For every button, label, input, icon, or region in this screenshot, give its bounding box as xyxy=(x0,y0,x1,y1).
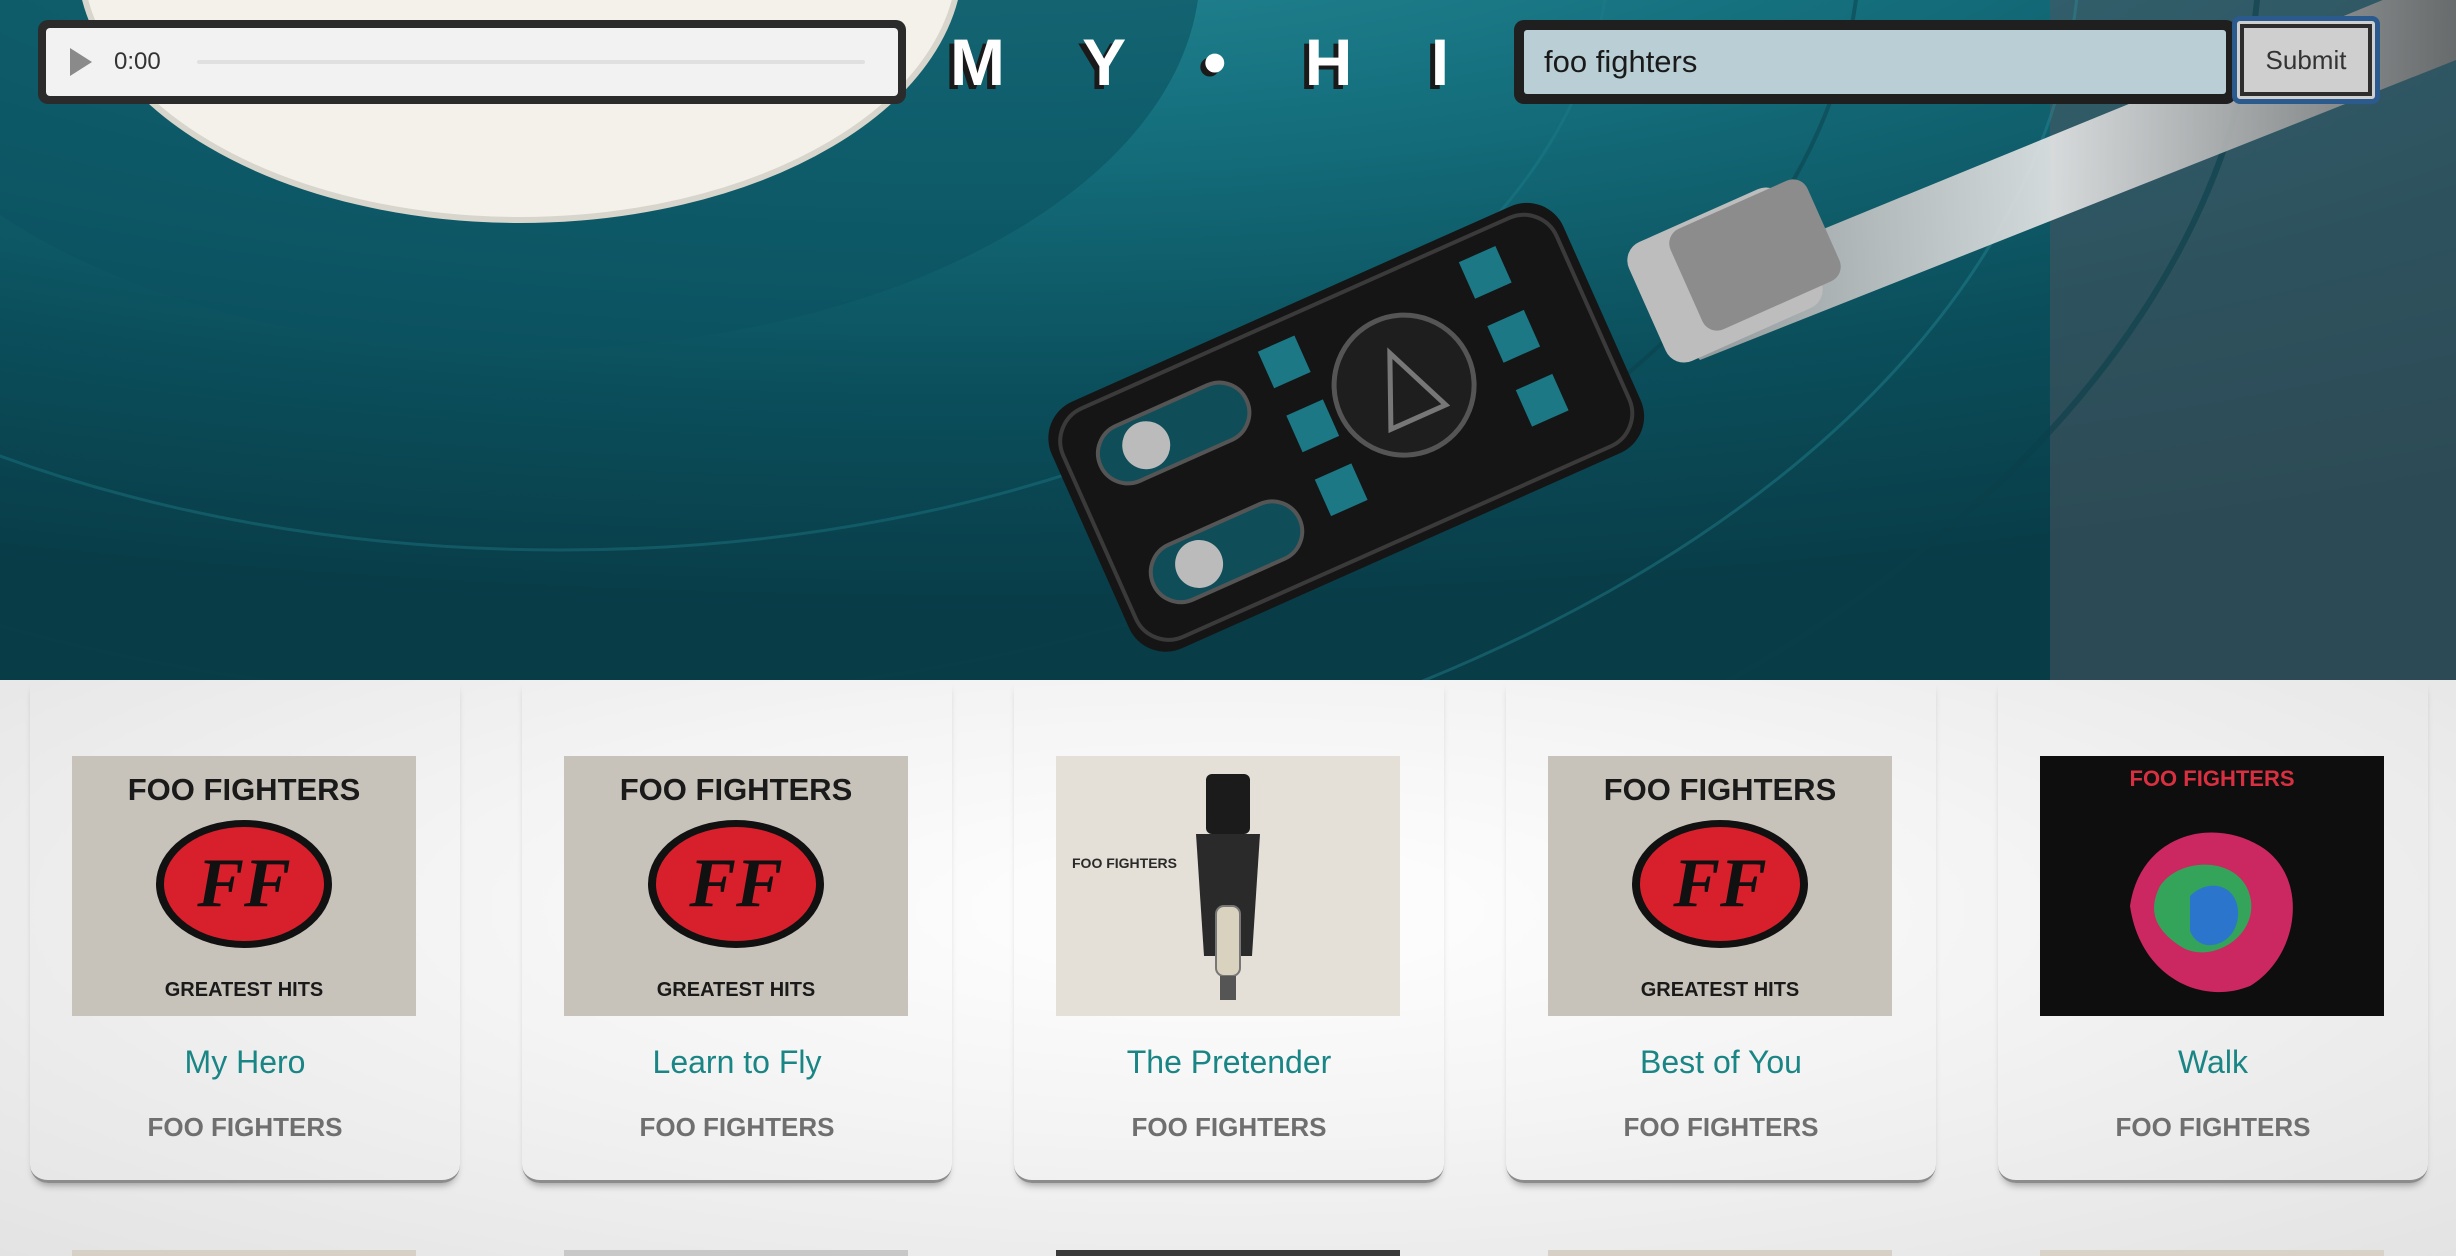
result-card[interactable]: FF FOO FIGHTERS GREATEST HITS Learn to F… xyxy=(522,680,952,1183)
svg-text:FF: FF xyxy=(196,845,290,922)
cover-subtitle: GREATEST HITS xyxy=(657,979,816,1001)
greatest-hits-cover-icon: FF FOO FIGHTERS GREATEST HITS xyxy=(564,756,908,1016)
result-card[interactable]: FOO FIGHTERS Walk FOO FIGHTERS xyxy=(1998,680,2428,1183)
next-row-cover xyxy=(72,1250,416,1256)
album-cover[interactable]: FF FOO FIGHTERS GREATEST HITS xyxy=(564,756,908,1016)
cover-title: FOO FIGHTERS xyxy=(1604,772,1837,807)
result-card[interactable]: FOO FIGHTERS The Pretender FOO FIGHTERS xyxy=(1014,680,1444,1183)
next-row-cover xyxy=(2040,1250,2384,1256)
artist-name: FOO FIGHTERS xyxy=(147,1112,343,1142)
cover-title: FOO FIGHTERS xyxy=(2130,766,2295,791)
svg-text:FF: FF xyxy=(1672,845,1766,922)
next-row-cover xyxy=(1548,1250,1892,1256)
play-icon[interactable] xyxy=(70,48,92,76)
cover-title: FOO FIGHTERS xyxy=(620,772,853,807)
greatest-hits-cover-icon: FF FOO FIGHTERS GREATEST HITS xyxy=(1548,756,1892,1016)
cover-title: FOO FIGHTERS xyxy=(128,772,361,807)
artist-name: FOO FIGHTERS xyxy=(639,1112,835,1142)
svg-text:FF: FF xyxy=(688,845,782,922)
bomb-cover-icon: FOO FIGHTERS xyxy=(1056,756,1400,1016)
site-logo: M Y • H I • F I xyxy=(950,25,1796,99)
audio-player-controls: 0:00 xyxy=(46,28,898,96)
album-cover[interactable]: FF FOO FIGHTERS GREATEST HITS xyxy=(1548,756,1892,1016)
album-cover[interactable]: FOO FIGHTERS xyxy=(2040,756,2384,1016)
song-title-link[interactable]: Best of You xyxy=(1506,1044,1936,1081)
search-input[interactable] xyxy=(1524,30,2226,94)
result-card[interactable]: FF FOO FIGHTERS GREATEST HITS My Hero FO… xyxy=(30,680,460,1183)
playback-time: 0:00 xyxy=(114,48,161,75)
submit-button[interactable]: Submit xyxy=(2232,16,2380,104)
song-title-link[interactable]: Learn to Fly xyxy=(522,1044,952,1081)
album-cover[interactable]: FOO FIGHTERS xyxy=(1056,756,1400,1016)
song-title-link[interactable]: The Pretender xyxy=(1014,1044,1444,1081)
next-row-cover xyxy=(1056,1250,1400,1256)
results-grid: FF FOO FIGHTERS GREATEST HITS My Hero FO… xyxy=(0,680,2456,1256)
artist-name: FOO FIGHTERS xyxy=(2115,1112,2311,1142)
greatest-hits-cover-icon: FF FOO FIGHTERS GREATEST HITS xyxy=(72,756,416,1016)
next-row-cover xyxy=(564,1250,908,1256)
artist-name: FOO FIGHTERS xyxy=(1623,1112,1819,1142)
audio-player[interactable]: 0:00 xyxy=(38,20,906,104)
song-title-link[interactable]: My Hero xyxy=(30,1044,460,1081)
progress-bar[interactable] xyxy=(196,60,865,64)
cover-subtitle: GREATEST HITS xyxy=(1641,979,1800,1001)
album-cover[interactable]: FF FOO FIGHTERS GREATEST HITS xyxy=(72,756,416,1016)
search-bar xyxy=(1514,20,2236,104)
song-title-link[interactable]: Walk xyxy=(1998,1044,2428,1081)
cover-title: FOO FIGHTERS xyxy=(1072,855,1177,871)
result-card[interactable]: FF FOO FIGHTERS GREATEST HITS Best of Yo… xyxy=(1506,680,1936,1183)
artist-name: FOO FIGHTERS xyxy=(1131,1112,1327,1142)
wasting-light-cover-icon: FOO FIGHTERS xyxy=(2040,756,2384,1016)
cover-subtitle: GREATEST HITS xyxy=(165,979,324,1001)
